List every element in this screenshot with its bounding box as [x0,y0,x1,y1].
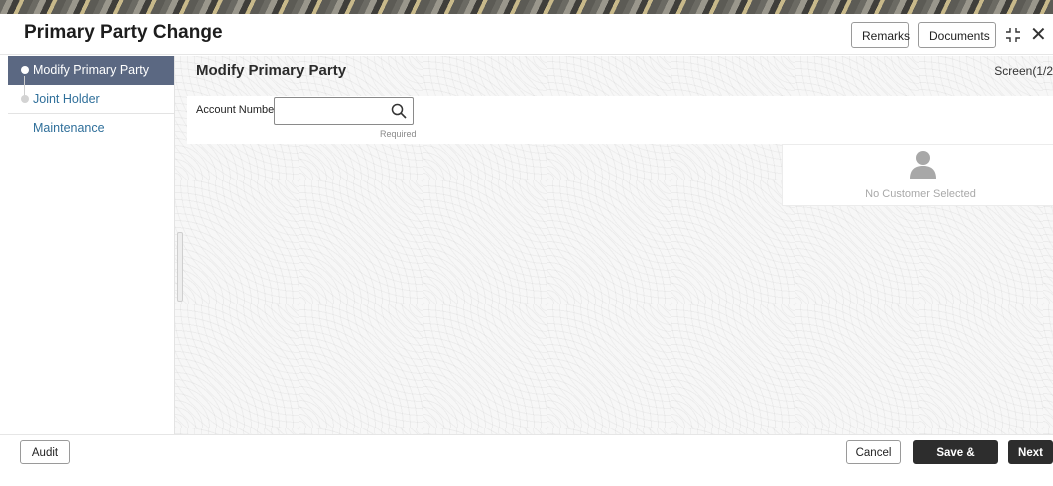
search-icon[interactable] [391,103,407,119]
screen-indicator: Screen(1/2 [994,64,1053,78]
account-number-field[interactable] [274,97,414,125]
step-indicator-icon [21,95,29,103]
cancel-button[interactable]: Cancel [846,440,901,464]
no-customer-text: No Customer Selected [865,188,976,200]
account-number-required-hint: Required [380,129,417,139]
section-title: Modify Primary Party [196,62,347,79]
sidebar-item-label: Joint Holder Maintenance [33,92,105,135]
sidebar-item-modify-primary-party[interactable]: Modify Primary Party [8,56,174,98]
customer-card: No Customer Selected [782,144,1053,206]
sidebar-item-joint-holder-maintenance[interactable]: Joint Holder Maintenance [8,85,174,135]
page-title: Primary Party Change [24,22,223,43]
main-content: Modify Primary Party Screen(1/2 Account … [175,56,1053,434]
save-close-button[interactable]: Save & Close [913,440,998,481]
header-banner [0,0,1053,14]
audit-button[interactable]: Audit [20,440,70,464]
header: Primary Party Change Remarks Documents ✕ [0,14,1053,55]
remarks-button[interactable]: Remarks [851,22,910,48]
footer: Audit Cancel Save & Close Next [0,434,1053,481]
account-number-label: Account Number [196,104,278,116]
maximize-icon[interactable] [1003,25,1023,45]
close-icon[interactable]: ✕ [1030,23,1047,47]
user-avatar-icon [910,151,936,179]
documents-button[interactable]: Documents [918,22,996,48]
sidebar: Modify Primary Party Joint Holder Mainte… [8,56,175,434]
resize-handle[interactable] [177,232,183,302]
sidebar-item-label: Modify Primary Party [33,63,149,77]
step-indicator-icon [21,66,29,74]
next-button[interactable]: Next [1008,440,1053,464]
account-form-panel: Account Number Required [187,96,1053,144]
